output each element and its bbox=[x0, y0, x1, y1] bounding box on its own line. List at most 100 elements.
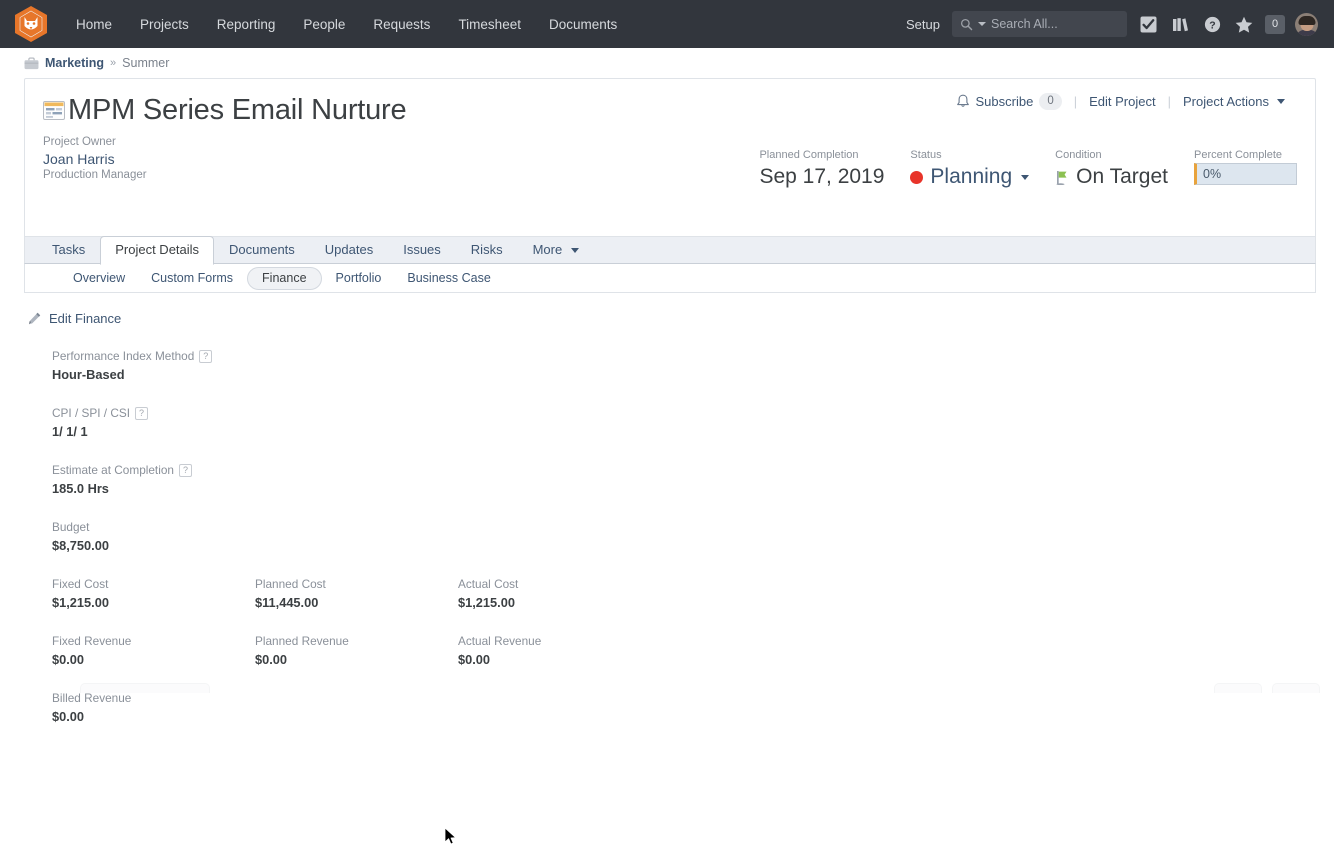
search-icon bbox=[960, 18, 973, 30]
briefcase-icon bbox=[24, 57, 39, 69]
bottom-partial-element-right-1[interactable] bbox=[1214, 683, 1262, 693]
tab-project-details[interactable]: Project Details bbox=[100, 236, 215, 265]
help-question-icon[interactable]: ? bbox=[1201, 13, 1223, 35]
help-icon[interactable]: ? bbox=[135, 406, 149, 420]
status-dot-icon bbox=[910, 170, 924, 184]
subscribe-label: Subscribe bbox=[975, 94, 1034, 109]
finance-row: Estimate at Completion ? 185.0 Hrs bbox=[52, 462, 1316, 498]
subtab-overview[interactable]: Overview bbox=[61, 267, 137, 290]
budget-label: Budget bbox=[52, 520, 90, 534]
tab-more[interactable]: More bbox=[518, 237, 594, 264]
nav-home[interactable]: Home bbox=[62, 11, 126, 38]
status-badge: Planning bbox=[930, 165, 1013, 188]
planned-cost-value: $11,445.00 bbox=[255, 595, 319, 610]
help-icon[interactable]: ? bbox=[178, 463, 192, 477]
edit-finance-label: Edit Finance bbox=[49, 311, 122, 326]
fixed-cost-value: $1,215.00 bbox=[52, 595, 109, 610]
project-card-icon bbox=[43, 100, 65, 120]
bell-icon bbox=[956, 94, 969, 107]
svg-text:?: ? bbox=[1209, 19, 1215, 31]
field-fixed-revenue: Fixed Revenue $0.00 bbox=[52, 633, 255, 669]
edit-project-button[interactable]: Edit Project bbox=[1077, 94, 1167, 109]
planned-completion-value: Sep 17, 2019 bbox=[759, 165, 885, 188]
tab-tasks[interactable]: Tasks bbox=[37, 237, 100, 264]
finance-row: CPI / SPI / CSI ? 1/ 1/ 1 bbox=[52, 405, 1316, 441]
notification-count-badge[interactable]: 0 bbox=[1265, 14, 1285, 34]
subscribe-button[interactable]: Subscribe 0 bbox=[944, 93, 1074, 110]
avatar-hair bbox=[1298, 16, 1315, 26]
logo-container[interactable] bbox=[0, 5, 62, 43]
bottom-partial-element-left[interactable] bbox=[80, 683, 210, 693]
favorites-star-icon[interactable] bbox=[1233, 13, 1255, 35]
condition-badge: On Target bbox=[1076, 165, 1168, 188]
percent-complete-input[interactable]: 0% bbox=[1194, 163, 1297, 185]
nav-reporting[interactable]: Reporting bbox=[203, 11, 290, 38]
resources-books-icon[interactable] bbox=[1169, 13, 1191, 35]
project-meta-row: Planned Completion Sep 17, 2019 Status P… bbox=[759, 147, 1297, 191]
planned-revenue-label: Planned Revenue bbox=[255, 634, 349, 648]
field-label: CPI / SPI / CSI ? bbox=[52, 405, 149, 421]
field-billed-revenue: Billed Revenue $0.00 bbox=[52, 690, 255, 726]
subtab-business-case[interactable]: Business Case bbox=[395, 267, 502, 290]
fixed-cost-label: Fixed Cost bbox=[52, 577, 109, 591]
field-actual-revenue: Actual Revenue $0.00 bbox=[458, 633, 661, 669]
edit-finance-button[interactable]: Edit Finance bbox=[24, 311, 121, 326]
actual-cost-label: Actual Cost bbox=[458, 577, 519, 591]
meta-planned-completion: Planned Completion Sep 17, 2019 bbox=[759, 147, 910, 191]
status-dropdown[interactable]: Planning bbox=[910, 163, 1030, 191]
subtab-custom-forms[interactable]: Custom Forms bbox=[139, 267, 245, 290]
field-estimate-at-completion: Estimate at Completion ? 185.0 Hrs bbox=[52, 462, 192, 498]
search-placeholder-text: Search All... bbox=[991, 17, 1058, 31]
setup-link[interactable]: Setup bbox=[906, 17, 940, 32]
breadcrumb-summer[interactable]: Summer bbox=[122, 56, 169, 70]
meta-percent-complete: Percent Complete 0% bbox=[1194, 147, 1297, 185]
user-avatar[interactable] bbox=[1295, 12, 1318, 36]
field-planned-cost: Planned Cost $11,445.00 bbox=[255, 576, 458, 612]
nav-documents[interactable]: Documents bbox=[535, 11, 631, 38]
cpi-spi-csi-label: CPI / SPI / CSI bbox=[52, 406, 131, 420]
mouse-cursor bbox=[444, 827, 456, 845]
bottom-partial-element-right-2[interactable] bbox=[1272, 683, 1320, 693]
field-label: Performance Index Method ? bbox=[52, 348, 213, 364]
tab-issues[interactable]: Issues bbox=[388, 237, 456, 264]
project-actions-row: Subscribe 0 | Edit Project | Project Act… bbox=[944, 93, 1297, 110]
meta-condition: Condition On Target bbox=[1055, 147, 1194, 191]
nav-people[interactable]: People bbox=[289, 11, 359, 38]
nav-timesheet[interactable]: Timesheet bbox=[444, 11, 535, 38]
percent-complete-label: Percent Complete bbox=[1194, 149, 1283, 161]
actual-revenue-label: Actual Revenue bbox=[458, 634, 542, 648]
tab-risks[interactable]: Risks bbox=[456, 237, 518, 264]
subtab-finance[interactable]: Finance bbox=[247, 266, 322, 290]
search-input[interactable]: Search All... bbox=[952, 11, 1127, 37]
tab-documents[interactable]: Documents bbox=[214, 237, 310, 264]
field-budget: Budget $8,750.00 bbox=[52, 519, 109, 555]
subtab-portfolio[interactable]: Portfolio bbox=[324, 267, 394, 290]
billed-revenue-value: $0.00 bbox=[52, 709, 85, 724]
page-title: MPM Series Email Nurture bbox=[68, 94, 407, 126]
pencil-icon bbox=[29, 312, 41, 325]
breadcrumb-marketing[interactable]: Marketing bbox=[45, 56, 104, 70]
project-header-card: MPM Series Email Nurture Project Owner J… bbox=[24, 78, 1316, 236]
project-actions-label: Project Actions bbox=[1183, 94, 1269, 109]
actual-cost-value: $1,215.00 bbox=[458, 595, 515, 610]
approvals-checkbox-icon[interactable] bbox=[1137, 13, 1159, 35]
planned-revenue-value: $0.00 bbox=[255, 652, 288, 667]
planned-completion-label: Planned Completion bbox=[759, 149, 859, 161]
performance-index-method-label: Performance Index Method bbox=[52, 349, 195, 363]
nav-projects[interactable]: Projects bbox=[126, 11, 203, 38]
fixed-revenue-value: $0.00 bbox=[52, 652, 85, 667]
finance-field-grid: Performance Index Method ? Hour-Based CP… bbox=[24, 348, 1316, 726]
field-cpi-spi-csi: CPI / SPI / CSI ? 1/ 1/ 1 bbox=[52, 405, 149, 441]
meta-status: Status Planning bbox=[910, 147, 1055, 191]
finance-row: Budget $8,750.00 bbox=[52, 519, 1316, 555]
nav-requests[interactable]: Requests bbox=[359, 11, 444, 38]
subscribe-count: 0 bbox=[1039, 93, 1062, 110]
tab-updates[interactable]: Updates bbox=[310, 237, 388, 264]
topnav-right-cluster: Setup Search All... ? 0 bbox=[906, 11, 1324, 37]
help-icon[interactable]: ? bbox=[199, 349, 213, 363]
condition-flag-icon bbox=[1056, 170, 1067, 185]
workfront-lion-logo-icon[interactable] bbox=[14, 5, 48, 43]
search-scope-caret-icon[interactable] bbox=[978, 22, 986, 26]
project-actions-dropdown[interactable]: Project Actions bbox=[1171, 94, 1297, 109]
more-chevron-down-icon bbox=[570, 248, 579, 254]
